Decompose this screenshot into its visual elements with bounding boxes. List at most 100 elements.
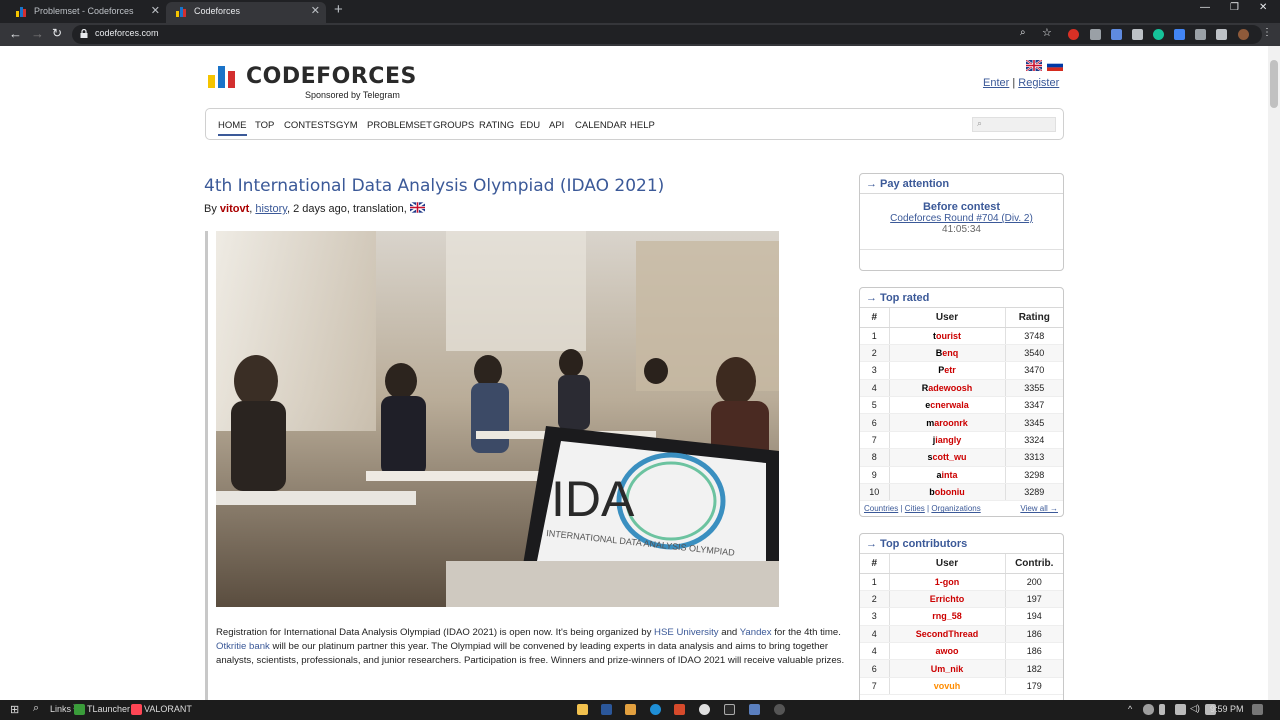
bookmark-star-icon[interactable]: ☆	[1042, 26, 1052, 39]
user-link[interactable]: Radewoosh	[922, 383, 973, 393]
notifications-icon[interactable]	[1252, 704, 1263, 715]
yandex-link[interactable]: Yandex	[740, 627, 772, 638]
menu-dots-icon[interactable]: ⋮	[1262, 27, 1272, 38]
menu-edu[interactable]: EDU	[520, 120, 540, 131]
taskbar-tlauncher[interactable]: TLauncher	[87, 704, 130, 714]
menu-rating[interactable]: RATING	[479, 120, 514, 131]
user-link[interactable]: Petr	[938, 365, 956, 375]
office-icon[interactable]	[674, 704, 685, 715]
user-link[interactable]: rng_58	[932, 611, 962, 621]
volume-icon[interactable]: ◁)	[1190, 703, 1200, 714]
network-icon[interactable]	[1175, 704, 1186, 715]
user-cell[interactable]: ecnerwala	[889, 396, 1006, 415]
view-all-link[interactable]: View all →	[1020, 504, 1058, 513]
minimize-icon[interactable]: —	[1200, 2, 1210, 13]
app-icon[interactable]	[774, 704, 785, 715]
menu-help[interactable]: HELP	[630, 120, 655, 131]
user-link[interactable]: Errichto	[930, 594, 965, 604]
user-link[interactable]: ecnerwala	[925, 400, 969, 410]
taskbar-links[interactable]: Links	[50, 704, 71, 714]
menu-problemset[interactable]: PROBLEMSET	[367, 120, 432, 131]
back-icon[interactable]: ←	[9, 26, 22, 41]
menu-calendar[interactable]: CALENDAR	[575, 120, 627, 131]
close-tab-icon[interactable]: ✕	[311, 2, 320, 21]
user-link[interactable]: awoo	[935, 646, 958, 656]
menu-groups[interactable]: GROUPS	[433, 120, 474, 131]
zoom-icon[interactable]: ⌕	[1020, 27, 1026, 38]
user-cell[interactable]: ainta	[889, 466, 1006, 485]
post-title[interactable]: 4th International Data Analysis Olympiad…	[204, 176, 664, 196]
forward-icon[interactable]: →	[31, 26, 44, 41]
countries-link[interactable]: Countries	[864, 504, 898, 513]
menu-api[interactable]: API	[549, 120, 564, 131]
close-window-icon[interactable]: ✕	[1259, 2, 1267, 13]
user-link[interactable]: tourist	[933, 331, 961, 341]
scrollbar-thumb[interactable]	[1270, 60, 1278, 108]
register-link[interactable]: Register	[1018, 77, 1059, 89]
extension-icon[interactable]	[1132, 29, 1143, 40]
cloud-icon[interactable]	[1143, 704, 1154, 715]
chrome-icon[interactable]	[699, 704, 710, 715]
restore-icon[interactable]: ❐	[1230, 2, 1239, 13]
history-link[interactable]: history	[255, 203, 287, 215]
user-link[interactable]: scott_wu	[927, 452, 966, 462]
menu-home[interactable]: HOME	[218, 120, 247, 136]
user-cell[interactable]: vovuh	[889, 677, 1006, 696]
ru-flag-icon[interactable]	[1047, 60, 1063, 71]
user-cell[interactable]: maroonrk	[889, 413, 1006, 432]
tray-chevron-icon[interactable]: ^	[1128, 704, 1132, 714]
extension-icon[interactable]	[1090, 29, 1101, 40]
extension-icon[interactable]	[1111, 29, 1122, 40]
user-cell[interactable]: Radewoosh	[889, 379, 1006, 398]
user-cell[interactable]: rng_58	[889, 607, 1006, 626]
windows-start-icon[interactable]: ⊞	[10, 703, 19, 716]
user-cell[interactable]: Um_nik	[889, 659, 1006, 678]
user-link[interactable]: Benq	[936, 348, 959, 358]
microphone-icon[interactable]	[1159, 704, 1165, 715]
organizations-link[interactable]: Organizations	[931, 504, 980, 513]
enter-link[interactable]: Enter	[983, 77, 1009, 89]
tab-codeforces[interactable]: Codeforces ✕	[166, 2, 326, 23]
avatar[interactable]	[1238, 29, 1249, 40]
user-cell[interactable]: Errichto	[889, 590, 1006, 609]
close-tab-icon[interactable]: ✕	[151, 2, 160, 21]
author-link[interactable]: vitovt	[220, 203, 249, 215]
new-tab-icon[interactable]: +	[334, 1, 343, 18]
user-link[interactable]: Um_nik	[931, 664, 964, 674]
file-explorer-icon[interactable]	[577, 704, 588, 715]
user-link[interactable]: vovuh	[934, 681, 961, 691]
extension-icon[interactable]	[1195, 29, 1206, 40]
user-cell[interactable]: Benq	[889, 344, 1006, 363]
hse-link[interactable]: HSE University	[654, 627, 719, 638]
extension-icon[interactable]	[1174, 29, 1185, 40]
user-cell[interactable]: scott_wu	[889, 448, 1006, 467]
user-cell[interactable]: tourist	[889, 327, 1006, 345]
terminal-icon[interactable]	[724, 704, 735, 715]
user-link[interactable]: jiangly	[933, 435, 962, 445]
user-cell[interactable]: awoo	[889, 642, 1006, 661]
cities-link[interactable]: Cities	[905, 504, 925, 513]
page-scrollbar[interactable]	[1268, 46, 1280, 700]
uk-flag-icon[interactable]	[1026, 60, 1042, 71]
word-icon[interactable]	[601, 704, 612, 715]
extension-icon[interactable]	[1068, 29, 1079, 40]
grammarly-icon[interactable]	[1153, 29, 1164, 40]
taskbar-valorant[interactable]: VALORANT	[144, 704, 192, 714]
otkritie-link[interactable]: Otkritie bank	[216, 641, 270, 652]
reload-icon[interactable]: ↻	[52, 26, 62, 40]
user-cell[interactable]: 1-gon	[889, 573, 1006, 591]
puzzle-icon[interactable]	[1216, 29, 1227, 40]
user-cell[interactable]: jiangly	[889, 431, 1006, 450]
contest-link[interactable]: Codeforces Round #704 (Div. 2)	[860, 213, 1063, 224]
menu-contests[interactable]: CONTESTS	[284, 120, 336, 131]
user-link[interactable]: maroonrk	[926, 418, 968, 428]
app-icon[interactable]	[625, 704, 636, 715]
user-cell[interactable]: SecondThread	[889, 625, 1006, 644]
search-input[interactable]: ⌕	[972, 117, 1056, 132]
user-link[interactable]: 1-gon	[935, 577, 960, 587]
user-link[interactable]: SecondThread	[916, 629, 979, 639]
user-link[interactable]: boboniu	[929, 487, 965, 497]
chrome-active-icon[interactable]	[749, 704, 760, 715]
menu-gym[interactable]: GYM	[336, 120, 358, 131]
address-bar[interactable]: codeforces.com ⌕ ☆	[72, 25, 1262, 44]
